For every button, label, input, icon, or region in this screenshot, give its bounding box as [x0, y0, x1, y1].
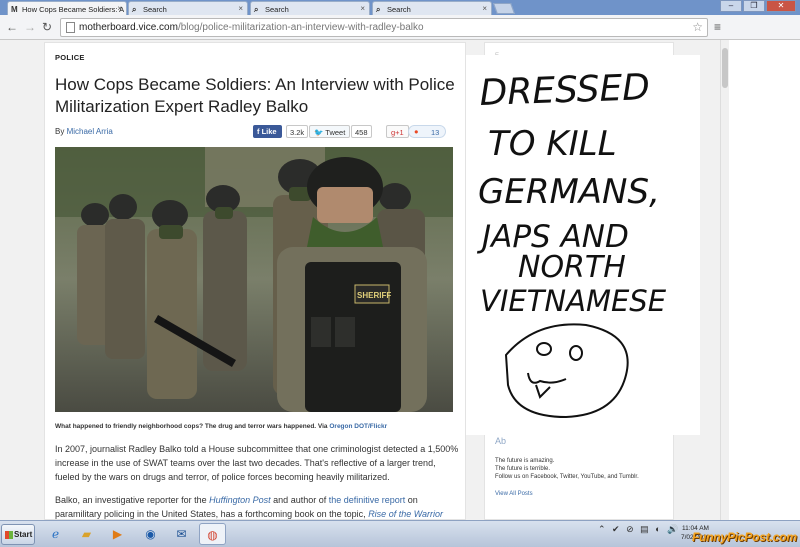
huffington-post-italic: Huffington Post	[209, 495, 271, 505]
browser-toolbar: ← → ↻ motherboard.vice.com/blog/police-m…	[0, 15, 800, 40]
bookmark-star-icon[interactable]: ☆	[692, 20, 703, 34]
windows-logo-icon	[5, 531, 13, 539]
article-paragraph-1: In 2007, journalist Radley Balko told a …	[55, 444, 459, 482]
byline-prefix: By	[55, 127, 65, 136]
file-explorer-icon[interactable]: ▰	[73, 523, 100, 545]
tab-search-2[interactable]: ⌕ Search ×	[250, 1, 370, 15]
stumbleupon-button[interactable]: ● 13	[408, 125, 447, 138]
stumble-count: 13	[431, 128, 440, 137]
handwriting-line: VIETNAMESE	[480, 284, 667, 318]
sidebar-line: Follow us on Facebook, Twitter, YouTube,…	[495, 474, 639, 480]
maximize-button[interactable]: ❐	[743, 0, 765, 12]
back-icon[interactable]: ←	[6, 20, 18, 34]
window-controls: – ❐ ✕	[720, 0, 796, 12]
smiley-face-drawing	[504, 323, 629, 419]
address-bar[interactable]: motherboard.vice.com/blog/police-militar…	[60, 18, 708, 37]
sidebar-line: The future is terrible.	[495, 466, 551, 472]
handwriting-line: TO KILL	[488, 124, 617, 164]
author-link[interactable]: Michael Arria	[67, 127, 113, 136]
tab-article[interactable]: M How Cops Became Soldiers: A ×	[7, 1, 127, 15]
media-player-icon[interactable]: ▶	[104, 523, 131, 545]
url-domain: motherboard.vice.com	[79, 22, 178, 33]
tweet-count: 458	[351, 125, 372, 138]
article-headline: How Cops Became Soldiers: An Interview w…	[55, 75, 455, 116]
page-margin	[729, 40, 800, 520]
stumbleupon-icon: ●	[414, 127, 419, 136]
tab-label: Search	[143, 5, 167, 14]
article-photo: SHERIFF	[55, 147, 453, 412]
search-icon: ⌕	[254, 5, 259, 14]
tweet-button[interactable]: 🐦 Tweet	[309, 125, 351, 138]
handwritten-note: DRESSED TO KILL GERMANS, JAPS AND NORTH …	[466, 55, 700, 435]
tab-label: Search	[387, 5, 411, 14]
close-icon[interactable]: ×	[238, 4, 243, 13]
article-card: POLICE How Cops Became Soldiers: An Inte…	[44, 42, 466, 520]
article-paragraph-2: Balko, an investigative reporter for the…	[55, 493, 459, 520]
byline: By Michael Arria	[55, 127, 113, 136]
view-all-posts-link[interactable]: View All Posts	[495, 491, 533, 497]
facebook-like-button[interactable]: f Like	[253, 125, 282, 138]
mail-icon[interactable]: ✉	[168, 523, 195, 545]
photo-caption: What happened to friendly neighborhood c…	[55, 423, 387, 430]
section-label[interactable]: POLICE	[55, 53, 85, 62]
para2-text-b: and author of	[273, 495, 327, 505]
swat-team-photo: SHERIFF	[55, 147, 453, 412]
like-label: Like	[261, 127, 277, 136]
search-icon: ⌕	[376, 5, 381, 14]
scrollbar-thumb[interactable]	[722, 48, 728, 88]
like-count: 3.2k	[286, 125, 309, 138]
watermark: FunnyPicPost.com	[692, 530, 797, 544]
browser-titlebar: M How Cops Became Soldiers: A × ⌕ Search…	[0, 0, 800, 15]
page-icon	[66, 22, 75, 33]
close-icon[interactable]: ×	[482, 4, 487, 13]
caption-text: What happened to friendly neighborhood c…	[55, 423, 328, 430]
reload-icon[interactable]: ↻	[42, 20, 52, 34]
tab-label: Search	[265, 5, 289, 14]
sidebar-line: The future is amazing.	[495, 458, 555, 464]
search-icon: ⌕	[132, 5, 137, 14]
close-window-button[interactable]: ✕	[766, 0, 796, 12]
windows-taskbar: Start ℯ ▰ ▶ ◉ ✉ ◍ ⌃ ✔ ⊘ ▤ ◐ 🔊 11:04 AM 7…	[0, 520, 800, 547]
start-button[interactable]: Start	[1, 524, 35, 545]
forward-icon[interactable]: →	[24, 20, 36, 34]
tweet-label: Tweet	[325, 128, 346, 137]
tab-search-1[interactable]: ⌕ Search ×	[128, 1, 248, 15]
twitter-icon: 🐦	[314, 128, 326, 137]
tab-label: How Cops Became Soldiers: A	[22, 5, 125, 14]
handwriting-drawing: DRESSED TO KILL GERMANS, JAPS AND NORTH …	[476, 67, 667, 419]
close-icon[interactable]: ×	[117, 4, 122, 13]
para2-text-a: Balko, an investigative reporter for the	[55, 495, 207, 505]
system-tray[interactable]: ⌃ ✔ ⊘ ▤ ◐ 🔊	[598, 524, 680, 535]
sidebar-about-card: Ab The future is amazing. The future is …	[484, 427, 674, 520]
vertical-scrollbar[interactable]	[720, 40, 729, 520]
caption-link[interactable]: Oregon DOT/Flickr	[329, 423, 387, 430]
about-heading: Ab	[495, 436, 507, 446]
handwriting-line: GERMANS,	[478, 172, 660, 212]
google-plus-button[interactable]: g+1	[386, 125, 409, 138]
motherboard-favicon: M	[11, 5, 18, 14]
url-text[interactable]: motherboard.vice.com/blog/police-militar…	[79, 22, 424, 33]
minimize-button[interactable]: –	[720, 0, 742, 12]
book-title-link[interactable]: Rise of the Warrior	[368, 509, 443, 519]
internet-explorer-icon[interactable]: ℯ	[42, 523, 69, 545]
close-icon[interactable]: ×	[360, 4, 365, 13]
url-path: /blog/police-militarization-an-interview…	[177, 22, 424, 33]
sheriff-patch: SHERIFF	[357, 291, 391, 300]
definitive-report-link[interactable]: the definitive report	[329, 495, 406, 505]
tab-search-3[interactable]: ⌕ Search ×	[372, 1, 492, 15]
menu-icon[interactable]: ≡	[714, 20, 721, 34]
chrome-icon[interactable]: ◍	[199, 523, 226, 545]
handwriting-line: DRESSED	[479, 67, 651, 114]
start-label: Start	[14, 530, 33, 539]
new-tab-button[interactable]	[492, 3, 516, 14]
hp-icon[interactable]: ◉	[137, 523, 164, 545]
handwriting-line: NORTH	[518, 250, 626, 285]
